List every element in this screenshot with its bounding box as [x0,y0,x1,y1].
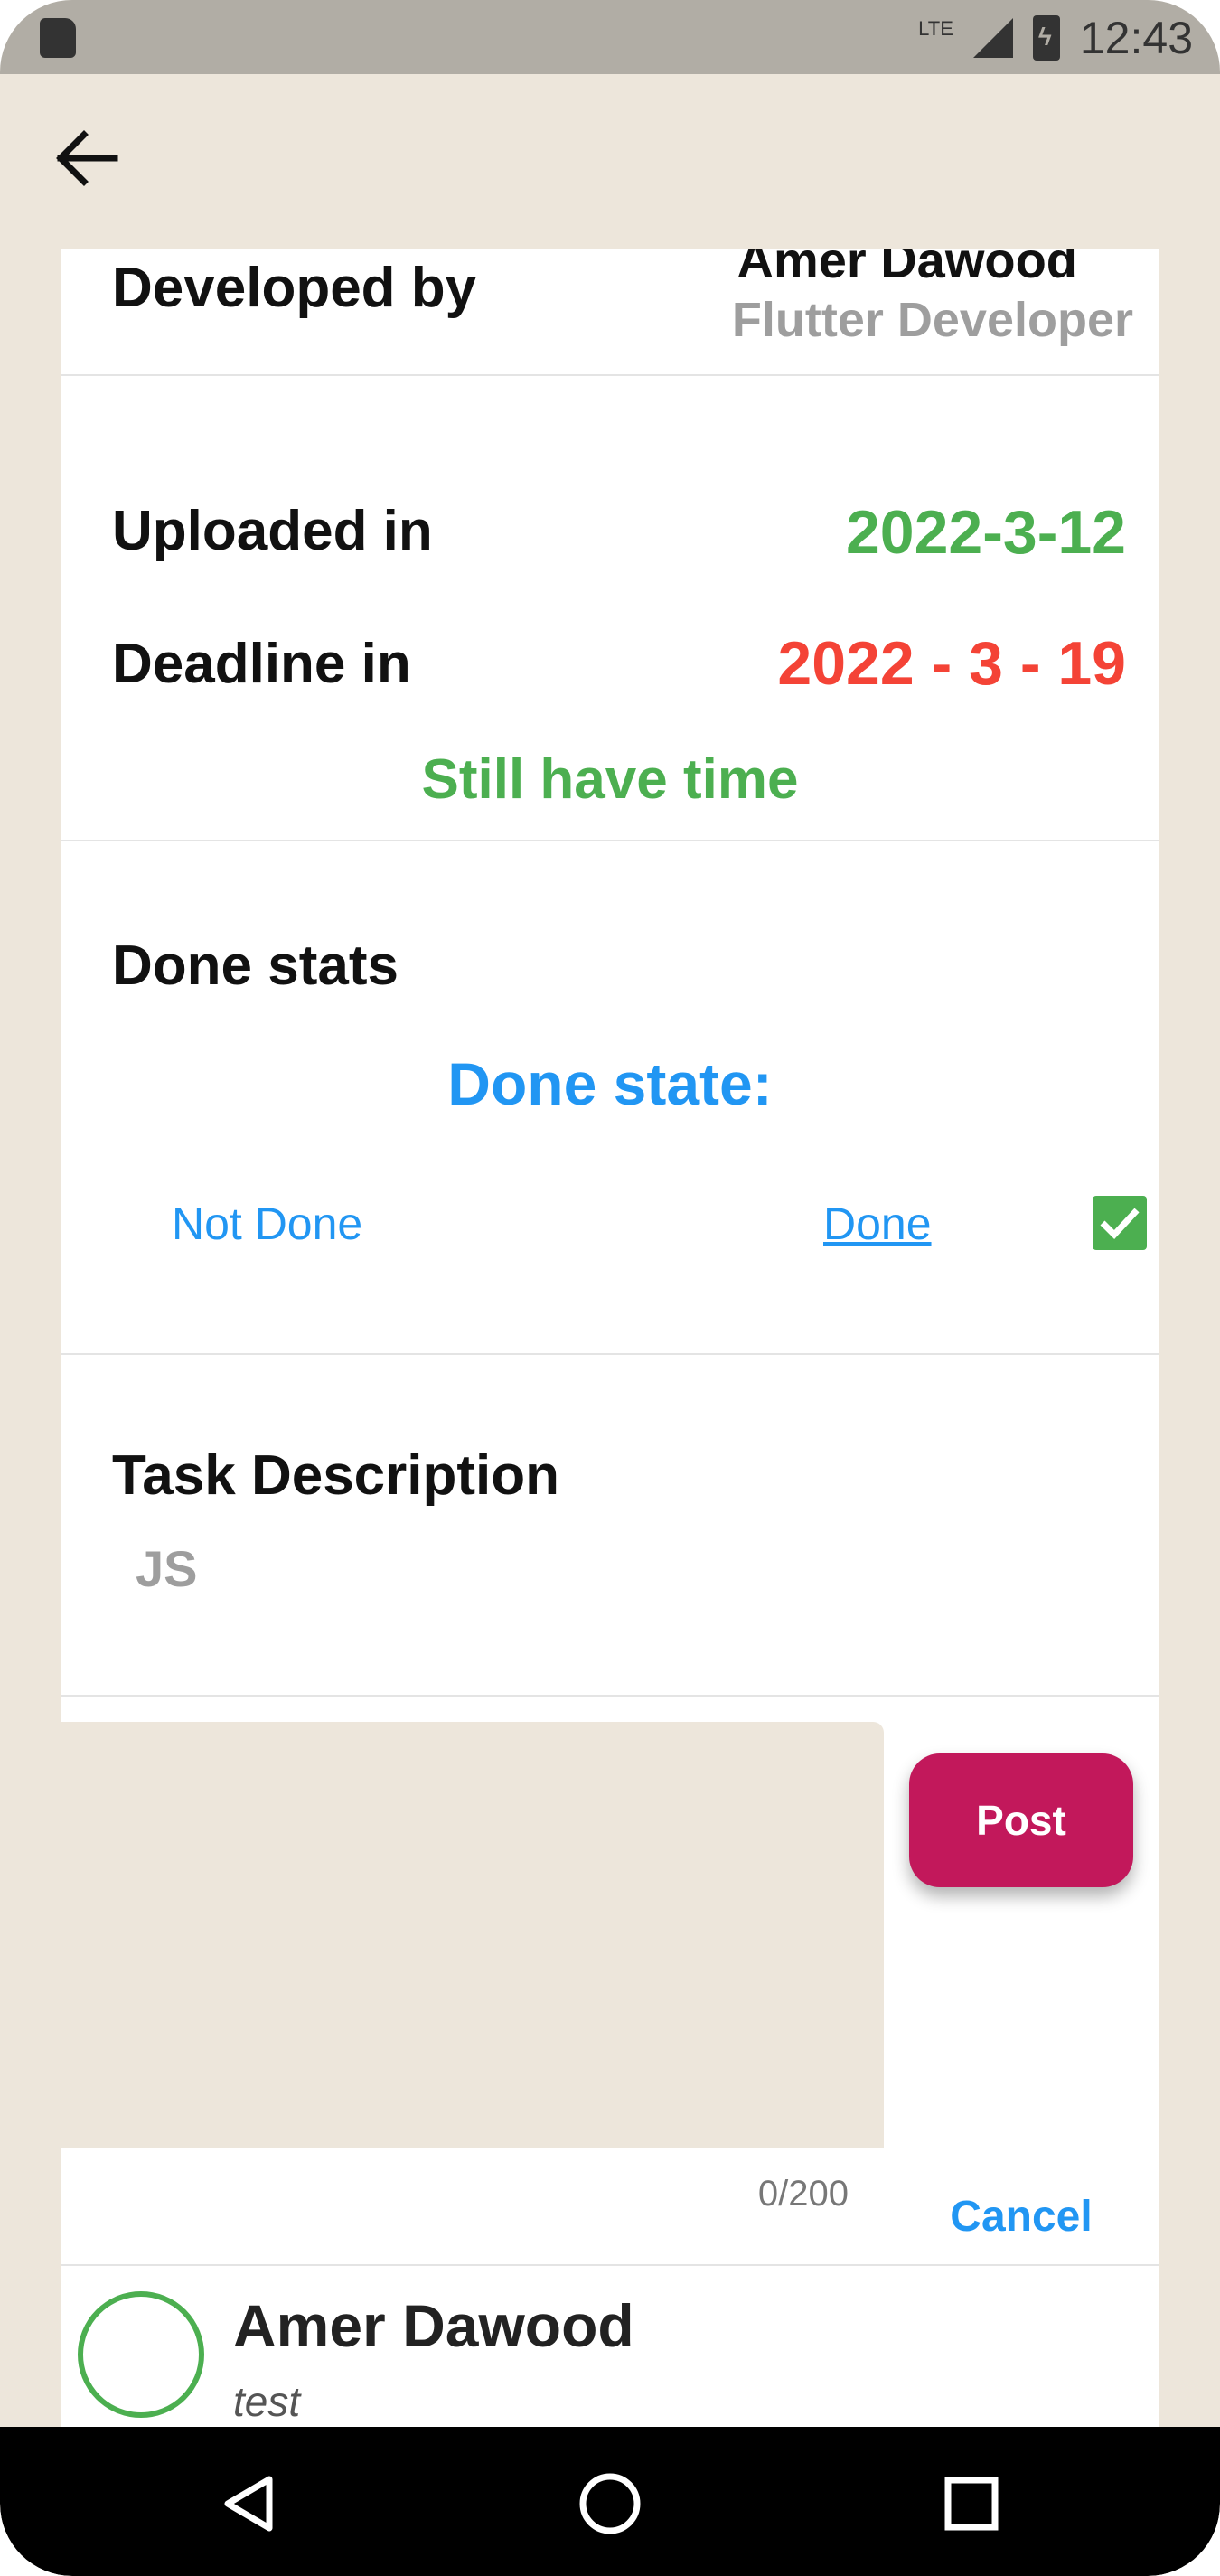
divider [61,374,1159,376]
phone-screen: LTE 12:43 Developed by Amer Dawood Flutt… [0,0,1220,2576]
divider [61,1695,1159,1697]
comment-author[interactable]: Amer Dawood [233,2291,634,2360]
task-description-text: JS [136,1540,198,1597]
uploaded-label: Uploaded in [112,500,433,562]
back-button[interactable] [45,118,127,199]
circle-home-icon [579,2473,641,2534]
battery-charging-icon [1032,15,1060,61]
status-bar: LTE 12:43 [0,0,1220,74]
arrow-left-icon [56,130,118,186]
deadline-status: Still have time [421,748,799,811]
divider [61,2264,1159,2266]
task-details-card: Developed by Amer Dawood Flutter Develop… [61,249,1159,2427]
divider [61,840,1159,841]
square-recents-icon [944,2477,999,2531]
check-icon [1100,1208,1140,1240]
signal-icon [972,18,1013,58]
nav-home-button[interactable] [569,2463,651,2544]
post-button[interactable]: Post [909,1753,1133,1887]
comment-input[interactable] [61,1722,884,2148]
deadline-label: Deadline in [112,633,411,695]
nav-back-button[interactable] [208,2463,289,2544]
done-state-title: Done state: [447,1050,773,1117]
task-description-title: Task Description [112,1444,560,1507]
cancel-button[interactable]: Cancel [909,2192,1133,2242]
avatar[interactable] [78,2291,204,2418]
developer-name: Amer Dawood [737,249,1078,288]
triangle-back-icon [224,2476,273,2532]
developer-role: Flutter Developer [731,293,1133,347]
nav-recents-button[interactable] [931,2463,1012,2544]
deadline-date: 2022 - 3 - 19 [777,629,1126,698]
developed-by-label: Developed by [112,257,477,319]
status-time: 12:43 [1079,13,1193,63]
done-stats-title: Done stats [112,935,399,997]
done-checkbox[interactable] [1093,1196,1147,1250]
system-nav-bar [0,2427,1220,2576]
uploaded-date: 2022-3-12 [845,498,1126,567]
not-done-option[interactable]: Not Done [172,1198,362,1250]
network-type: LTE [918,17,953,40]
done-option[interactable]: Done [823,1198,932,1250]
divider [61,1353,1159,1355]
comment-text: test [233,2378,301,2425]
sd-card-icon [40,18,76,58]
character-counter: 0/200 [757,2174,849,2214]
status-indicators: LTE 12:43 [918,9,1193,67]
